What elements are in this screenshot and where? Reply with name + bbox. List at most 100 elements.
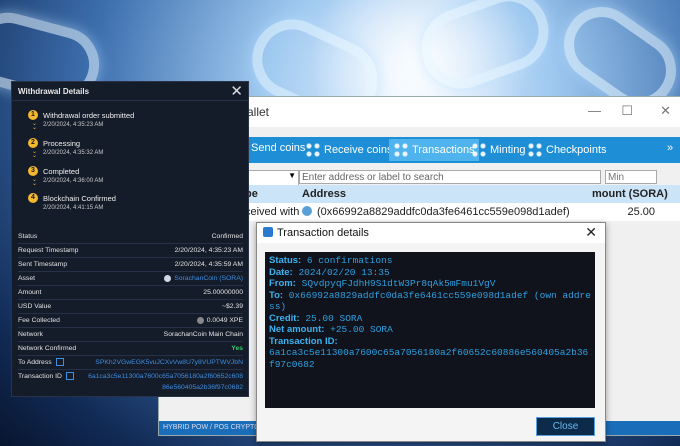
field-key: Network Confirmed — [18, 345, 77, 352]
address-search-input[interactable]: Enter address or label to search — [299, 170, 601, 184]
net-amount-label: Net amount: — [269, 324, 325, 335]
step-connector: ⌄ ⌄ — [32, 177, 38, 187]
field-value: 0.0049 XPE — [206, 317, 243, 324]
transaction-details-text: Status: 6 confirmations Date: 2024/02/20… — [265, 252, 595, 408]
credit-label: Credit: — [269, 312, 300, 324]
row-type: ceived with — [245, 206, 300, 218]
step-time: 2/20/2024, 4:35:23 AM — [43, 122, 104, 128]
net-amount-value: +25.00 SORA — [330, 324, 393, 335]
step-time: 2/20/2024, 4:41:15 AM — [43, 205, 104, 211]
txid-value: 6a1ca3c5e11300a7600c65a7056180a2f60652c6… — [269, 347, 589, 370]
receive-coins-button[interactable]: Receive coins — [305, 142, 392, 158]
column-amount[interactable]: mount (SORA) — [592, 188, 668, 200]
copy-icon[interactable] — [65, 372, 74, 381]
received-icon — [302, 206, 312, 216]
field-value: SorachanCoin (SORA) — [174, 275, 243, 282]
to-label: To: — [269, 289, 284, 301]
date-value: 2024/02/20 13:35 — [298, 266, 390, 278]
row-usd-value: USD Value ~$2.39 — [18, 300, 243, 314]
step-connector: ⌄ ⌄ — [32, 149, 38, 159]
withdrawal-header: Withdrawal Details ✕ — [12, 82, 248, 101]
date-label: Date: — [269, 266, 293, 278]
row-request-timestamp: Request Timestamp 2/20/2024, 4:35:23 AM — [18, 244, 243, 258]
send-coins-button[interactable]: Send coins — [251, 142, 305, 154]
field-key: Transaction ID — [18, 373, 62, 380]
step-number: 4 — [28, 193, 38, 203]
field-value: Yes — [231, 345, 243, 352]
minimize-icon[interactable]: — — [588, 103, 601, 118]
dialog-titlebar: Transaction details ✕ — [257, 223, 605, 243]
row-status: Status Confirmed — [18, 230, 243, 244]
row-amount: Amount 25.00000000 — [18, 286, 243, 300]
credit-value: 25.00 SORA — [305, 312, 363, 324]
row-network: Network SorachanCoin Main Chain — [18, 328, 243, 342]
field-key: To Address — [18, 359, 52, 366]
step-number: 2 — [28, 138, 38, 148]
row-to-address: To Address SPKh2VGwEGK5vuJCXvVw8U7y8VUPT… — [18, 356, 243, 370]
row-transaction-id: Transaction ID 6a1ca3c5e11300a7600c65a70… — [18, 370, 243, 394]
step-number: 3 — [28, 166, 38, 176]
field-key: Asset — [18, 275, 35, 282]
checkpoints-label: Checkpoints — [546, 144, 607, 156]
step-label: Processing — [43, 139, 81, 148]
minting-button[interactable]: Minting — [471, 142, 525, 158]
row-address: (0x66992a8829addfc0da3fe6461cc559e098d1a… — [317, 206, 570, 218]
txid-label: Transaction ID: — [269, 335, 338, 347]
minting-label: Minting — [490, 144, 526, 156]
field-value: 2/20/2024, 4:35:23 AM — [174, 247, 243, 254]
step-label: Blockchain Confirmed — [43, 194, 116, 203]
row-network-confirmed: Network Confirmed Yes — [18, 342, 243, 356]
fee-value-group: 0.0049 XPE — [196, 314, 243, 327]
field-key: USD Value — [18, 303, 52, 310]
wallet-title: allet — [247, 105, 270, 119]
copy-icon[interactable] — [55, 358, 64, 367]
step-number: 1 — [28, 110, 38, 120]
transactions-icon — [393, 142, 409, 158]
field-key: Amount — [18, 289, 42, 296]
transactions-tab[interactable]: Transactions — [389, 139, 479, 161]
withdrawal-details-panel: Withdrawal Details ✕ 1 Withdrawal order … — [11, 81, 249, 397]
transaction-id-link[interactable]: 6a1ca3c5e11300a7600c65a7056180a2f60652c6… — [88, 371, 243, 393]
chevron-down-icon: ▼ — [288, 171, 296, 180]
txid-key-group: Transaction ID — [18, 371, 74, 382]
field-value: ~$2.39 — [222, 303, 243, 310]
overflow-chevron-icon: » — [667, 142, 674, 154]
field-value: 2/20/2024, 4:35:59 AM — [174, 261, 243, 268]
receive-icon — [305, 142, 321, 158]
from-value: SQvdpyqFJdhH9S1dtW3Pr8qAk5mFmu1VgV — [301, 278, 496, 289]
txid-line-1: 6a1ca3c5e11300a7600c65a7056180a2f60652c6… — [88, 373, 243, 380]
close-icon[interactable]: ✕ — [660, 103, 671, 119]
app-icon — [263, 227, 273, 237]
dialog-close-icon[interactable]: ✕ — [585, 224, 597, 241]
to-address-key-group: To Address — [18, 356, 64, 369]
maximize-icon[interactable]: ☐ — [621, 103, 633, 119]
to-address-link[interactable]: SPKh2VGwEGK5vuJCXvVw8U7y8VUPTWVJbN — [95, 356, 243, 369]
withdrawal-title: Withdrawal Details — [18, 87, 90, 96]
transaction-details-dialog: Transaction details ✕ Status: 6 confirma… — [256, 222, 606, 442]
to-value: 0x66992a8829addfc0da3fe6461cc559e098d1ad… — [269, 289, 591, 313]
status-value: 6 confirmations — [306, 255, 393, 266]
checkpoints-icon — [527, 142, 543, 158]
field-key: Sent Timestamp — [18, 261, 68, 268]
close-button[interactable]: Close — [536, 417, 595, 436]
asset-link[interactable]: SorachanCoin (SORA) — [164, 272, 243, 285]
checkpoints-button[interactable]: Checkpoints — [527, 142, 607, 158]
coin-icon — [164, 274, 172, 282]
field-key: Request Timestamp — [18, 247, 79, 254]
dialog-title: Transaction details — [277, 227, 369, 239]
step-label: Completed — [43, 167, 80, 176]
send-coins-label: Send coins — [251, 142, 306, 154]
minting-icon — [471, 142, 487, 158]
column-address[interactable]: Address — [302, 188, 346, 200]
min-amount-input[interactable]: Min amount — [605, 170, 657, 197]
row-sent-timestamp: Sent Timestamp 2/20/2024, 4:35:59 AM — [18, 258, 243, 272]
close-icon[interactable]: ✕ — [230, 82, 243, 100]
step-label: Withdrawal order submitted — [43, 111, 135, 120]
toolbar-overflow-button[interactable]: » — [667, 142, 673, 154]
field-key: Network — [18, 331, 43, 338]
receive-coins-label: Receive coins — [324, 144, 393, 156]
from-label: From: — [269, 278, 296, 289]
row-fee-collected: Fee Collected 0.0049 XPE — [18, 314, 243, 328]
transactions-label: Transactions — [412, 144, 475, 156]
xpe-icon — [196, 316, 204, 324]
